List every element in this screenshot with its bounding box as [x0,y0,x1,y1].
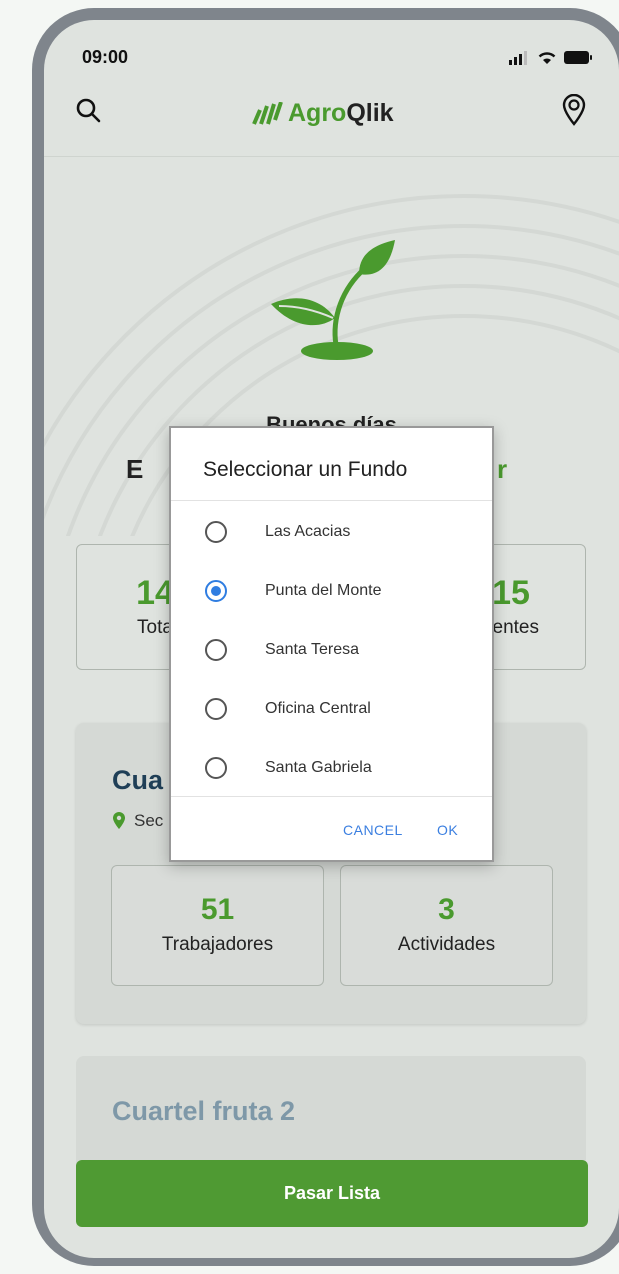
status-time: 09:00 [82,47,129,67]
battery-icon [564,51,592,64]
fundo-option-label: Punta del Monte [265,582,382,599]
fundo-option-label: Las Acacias [265,523,351,540]
fundo-option-label: Oficina Central [265,700,371,717]
logo-text-suffix: Qlik [346,99,394,127]
signal-icon [509,50,527,65]
wifi-icon [538,52,556,64]
logo-text: AgroQlik [288,99,394,128]
dialog-cancel-button[interactable]: CANCEL [343,822,403,838]
status-icons [509,50,593,65]
app-header: AgroQlik [44,80,619,157]
logo-text-prefix: Agro [288,99,347,127]
status-bar: 09:00 [44,20,619,74]
workers-label: Trabajadores [161,934,274,955]
search-icon [76,98,101,123]
cuartel-sector: Sec [112,811,163,831]
fundo-option-las-acacias[interactable]: Las Acacias [171,508,492,556]
fundo-option-label: Santa Gabriela [265,759,372,776]
location-button[interactable] [554,90,594,130]
activities-label: Actividades [397,934,496,955]
fundo-select-dialog: Seleccionar un Fundo Las Acacias Punta d… [169,426,494,862]
search-button[interactable] [68,90,108,130]
welcome-prefix: E [126,454,144,484]
radio-icon[interactable] [205,698,227,720]
app-screen: 09:00 AgroQlik Buenos días E r 14 Tota 1… [44,20,619,1258]
workers-tile[interactable]: 51 Trabajadores [111,865,324,986]
dialog-title: Seleccionar un Fundo [203,458,408,481]
radio-icon[interactable] [205,521,227,543]
activities-count: 3 [438,893,455,926]
app-logo: AgroQlik [250,99,394,128]
dialog-ok-button[interactable]: OK [437,822,458,838]
logo-mark-icon [252,101,283,125]
sprout-icon [271,240,395,360]
pasar-lista-button[interactable]: Pasar Lista [76,1160,588,1227]
cuartel-2-title: Cuartel fruta 2 [112,1096,296,1126]
fundo-option-punta-del-monte[interactable]: Punta del Monte [171,567,492,615]
cuartel-sector-label: Sec [134,811,164,830]
radio-selected-icon[interactable] [205,580,227,602]
fundo-option-santa-gabriela[interactable]: Santa Gabriela [171,744,492,792]
activities-tile[interactable]: 3 Actividades [340,865,553,986]
workers-count: 51 [200,893,235,926]
welcome-name: r [497,454,508,484]
fundo-option-santa-teresa[interactable]: Santa Teresa [171,626,492,674]
fundo-option-label: Santa Teresa [265,641,359,658]
cuartel-title: Cua [112,765,164,795]
radio-icon[interactable] [205,757,227,779]
fundo-option-oficina-central[interactable]: Oficina Central [171,685,492,733]
location-pin-icon [562,94,586,126]
radio-icon[interactable] [205,639,227,661]
dialog-divider-top [171,500,492,501]
dialog-divider-bottom [171,796,492,797]
map-marker-icon [113,812,125,829]
